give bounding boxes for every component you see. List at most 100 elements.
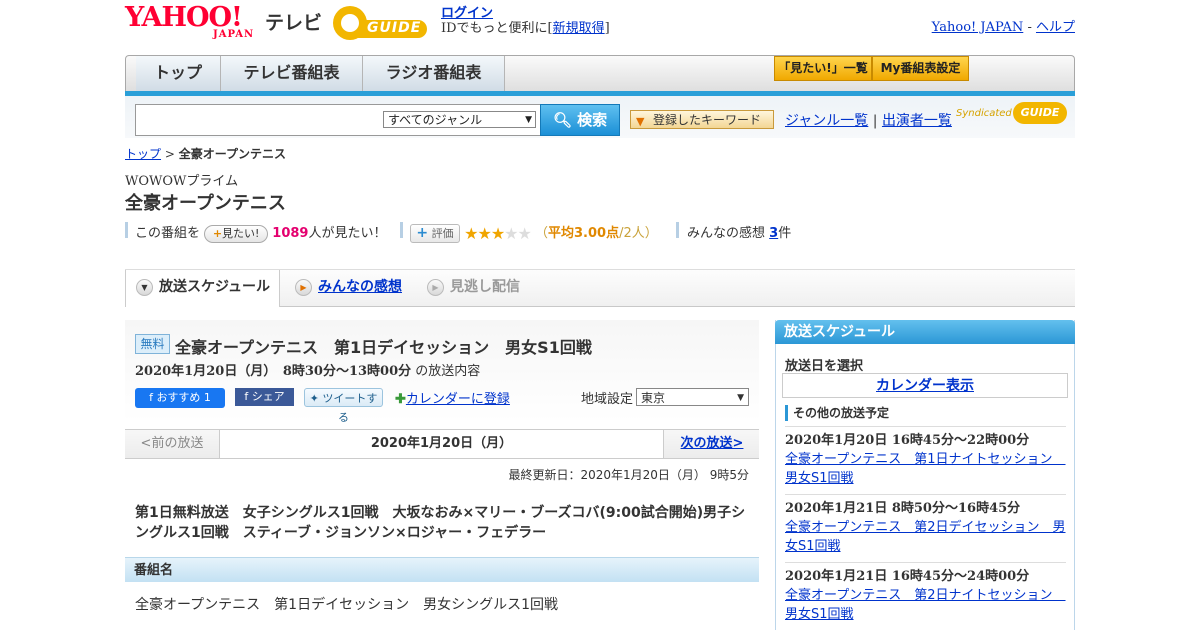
gguide-logo-circle-inner	[341, 14, 359, 32]
star-filled-icon: ★	[490, 224, 505, 243]
calendar-view-box: カレンダー表示	[782, 373, 1068, 398]
chevron-down-icon: ▼	[737, 393, 744, 403]
search-button-label: 検索	[577, 111, 608, 129]
prev-broadcast: <前の放送	[125, 430, 220, 458]
schedule-entry: 2020年1月20日 16時45分～22時00分 全豪オープンテニス 第1日ナイ…	[785, 426, 1066, 488]
breadcrumb-current: 全豪オープンテニス	[178, 147, 287, 161]
login-msg-post: ]	[604, 21, 610, 36]
top-links-separator: -	[1027, 20, 1032, 35]
plus-icon: +	[212, 226, 223, 240]
twitter-icon: ✦	[309, 392, 319, 405]
search-links-separator: |	[872, 113, 878, 129]
search-bar: すべてのジャンル ▼ 🔍︎ 検索 ▼ 登録したキーワード ジャンル一覧 | 出演者一…	[125, 96, 1075, 138]
schedule-entry: 2020年1月21日 16時45分～24時00分 全豪オープンテニス 第2日ナイ…	[785, 562, 1066, 624]
yahoo-logo-sub: JAPAN	[213, 29, 255, 40]
play-icon: ▶	[295, 278, 312, 296]
meta-divider	[676, 222, 679, 238]
last-updated: 最終更新日：2020年1月20日（月） 9時5分	[508, 468, 749, 482]
mitai-button[interactable]: +見たい!	[204, 224, 269, 243]
header: YAHOO! JAPAN テレビ GUIDE ログイン IDでもっと便利に[新規…	[125, 0, 1075, 55]
rating-button-label: 評価	[431, 227, 454, 240]
page: YAHOO! JAPAN テレビ GUIDE ログイン IDでもっと便利に[新規…	[125, 0, 1075, 630]
rating-average-count: /2人）	[619, 226, 658, 241]
region-select-value: 東京	[641, 391, 666, 405]
genre-list-link[interactable]: ジャンル一覧	[785, 113, 868, 129]
free-badge: 無料	[135, 334, 170, 354]
registered-keyword-label: 登録したキーワード	[653, 113, 762, 127]
rating-average: （平均3.00点/2人）	[535, 226, 658, 241]
mitai-suffix: 人が見たい！	[308, 226, 387, 241]
mitai-list-button[interactable]: 「見たい!」一覧	[774, 56, 872, 81]
rating-button[interactable]: + 評価	[410, 224, 460, 243]
nav-tab-top[interactable]: トップ	[136, 56, 221, 92]
chevron-down-icon: ▼	[136, 278, 153, 296]
triangle-down-icon: ▼	[636, 115, 645, 128]
syndicated-label: Syndicated	[956, 108, 1012, 119]
search-icon: 🔍︎	[552, 111, 572, 129]
schedule-entry-date: 2020年1月21日 16時45分～24時00分	[785, 569, 1030, 584]
rating-average-open: （	[535, 226, 549, 241]
schedule-entry-link[interactable]: 全豪オープンテニス 第1日ナイトセッション 男女S1回戦	[785, 452, 1066, 486]
login-link[interactable]: ログイン	[441, 6, 493, 21]
section-heading-program-name: 番組名	[125, 557, 759, 582]
side-schedule-panel: 放送スケジュール 放送日を選択 カレンダー表示 その他の放送予定 2020年1月…	[775, 320, 1075, 630]
play-icon: ▶	[427, 278, 444, 296]
region-select[interactable]: 東京 ▼	[636, 388, 749, 406]
genre-select-value: すべてのジャンル	[388, 113, 483, 127]
schedule-entry-link[interactable]: 全豪オープンテニス 第2日デイセッション 男女S1回戦	[785, 520, 1066, 554]
broadcast-time: 2020年1月20日（月） 8時30分～13時00分 の放送内容	[135, 360, 480, 379]
channel-name: WOWOWプライム	[125, 174, 239, 189]
broadcast-pager: <前の放送 2020年1月20日（月） 次の放送>	[125, 429, 759, 459]
yahoo-japan-link[interactable]: Yahoo! JAPAN	[932, 20, 1024, 35]
side-panel-header: 放送スケジュール	[775, 320, 1075, 344]
comments-count-link[interactable]: 3	[769, 226, 778, 241]
star-empty-icon: ★	[517, 224, 532, 243]
my-schedule-button[interactable]: My番組表設定	[872, 56, 969, 81]
calendar-register-link[interactable]: カレンダーに登録	[406, 392, 510, 407]
next-broadcast-link[interactable]: 次の放送>	[681, 436, 744, 451]
calendar-register[interactable]: ✚カレンダーに登録	[395, 388, 510, 407]
search-button[interactable]: 🔍︎ 検索	[540, 104, 620, 136]
program-meta: この番組を +見たい! 1089人が見たい！ + 評価 ★★★★★ （平均3.0…	[125, 220, 1075, 243]
page-title: 全豪オープンテニス	[125, 193, 286, 214]
facebook-recommend-button[interactable]: f おすすめ 1	[135, 388, 225, 408]
comments-prefix: みんなの感想	[687, 226, 766, 241]
performer-list-link[interactable]: 出演者一覧	[882, 113, 952, 129]
tab-impressions-label: みんなの感想	[318, 279, 402, 295]
schedule-entry-date: 2020年1月21日 8時50分～16時45分	[785, 501, 1021, 516]
register-link[interactable]: 新規取得	[553, 21, 605, 36]
mitai-button-label: 見たい!	[222, 226, 260, 240]
broadcast-datetime: 2020年1月20日（月） 8時30分～13時00分	[135, 364, 412, 379]
calendar-view-link[interactable]: カレンダー表示	[876, 378, 974, 394]
facebook-share-button[interactable]: f シェア	[235, 388, 294, 406]
facebook-icon: f	[244, 390, 249, 403]
yahoo-japan-logo[interactable]: YAHOO! JAPAN	[125, 4, 265, 42]
broadcast-description: 第1日無料放送 女子シングルス1回戦 大坂なおみ×マリー・ブーズコバ(9:00試…	[135, 505, 746, 541]
calendar-add-icon: ✚	[395, 392, 406, 407]
comments-block: みんなの感想 3件	[687, 222, 791, 241]
nav-tab-tv-schedule[interactable]: テレビ番組表	[221, 56, 363, 92]
nav-tab-radio-schedule[interactable]: ラジオ番組表	[363, 56, 505, 92]
breadcrumb-top-link[interactable]: トップ	[125, 147, 161, 161]
registered-keyword-button[interactable]: ▼ 登録したキーワード	[630, 110, 774, 129]
tab-impressions[interactable]: ▶ みんなの感想	[295, 270, 402, 306]
help-link[interactable]: ヘルプ	[1036, 20, 1075, 35]
plus-icon: +	[416, 225, 429, 241]
tweet-button[interactable]: ✦ ツイートする	[304, 388, 383, 424]
genre-select[interactable]: すべてのジャンル ▼	[383, 111, 536, 128]
next-broadcast-cell: 次の放送>	[663, 430, 760, 458]
tv-section-label[interactable]: テレビ	[265, 8, 322, 35]
tab-schedule-label: 放送スケジュール	[159, 279, 271, 295]
tweet-label: ツイートする	[322, 392, 378, 424]
tab-schedule[interactable]: ▼ 放送スケジュール	[125, 270, 280, 307]
schedule-entry-link[interactable]: 全豪オープンテニス 第2日ナイトセッション 男女S1回戦	[785, 588, 1066, 622]
gguide-logo[interactable]: GUIDE	[333, 6, 431, 42]
meta-divider	[125, 222, 128, 238]
rating-block: + 評価 ★★★★★ （平均3.00点/2人）	[410, 222, 658, 243]
breadcrumb-separator: >	[164, 147, 175, 161]
star-filled-icon: ★	[464, 224, 478, 243]
yahoo-logo-text: YAHOO!	[125, 2, 243, 33]
region-label: 地域設定	[581, 392, 634, 407]
login-msg-pre: IDでもっと便利に[	[441, 21, 553, 36]
tab-missed[interactable]: ▶ 見逃し配信	[427, 270, 520, 306]
